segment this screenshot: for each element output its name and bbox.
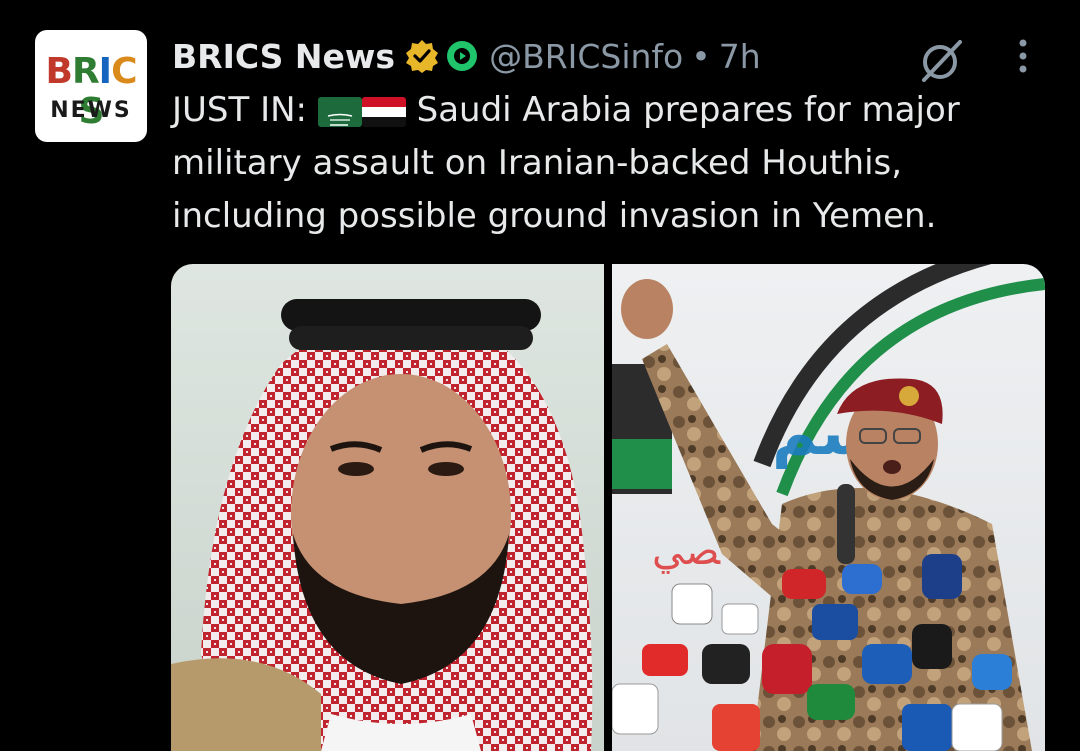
timestamp[interactable]: 7h — [719, 37, 761, 76]
tweet-header: BRICS News @BRICSinfo • 7h — [172, 34, 761, 78]
verified-badge-icon — [405, 39, 439, 73]
yemen-flag-icon — [361, 96, 406, 127]
user-handle[interactable]: @BRICSinfo — [489, 37, 683, 76]
media-image-left[interactable] — [171, 264, 604, 751]
tweet-media[interactable]: ﺣﺴﻢ ﺼﻲ — [171, 264, 1045, 751]
avatar-logo-news: NEWS — [50, 98, 132, 123]
avatar[interactable]: BRICS NEWS — [35, 30, 147, 142]
svg-text:ﺼﻲ: ﺼﻲ — [652, 528, 721, 574]
display-name[interactable]: BRICS News — [172, 37, 395, 76]
more-options-icon[interactable] — [1006, 36, 1040, 80]
affiliate-badge-icon[interactable] — [445, 39, 479, 73]
tweet-card[interactable]: BRICS NEWS BRICS News @BRICSinfo • 7h JU… — [0, 0, 1080, 751]
tweet-text: JUST IN: Saudi Arabia prepares for major… — [172, 84, 1052, 243]
saudi-arabia-flag-icon — [317, 96, 362, 127]
grok-icon[interactable] — [916, 36, 966, 86]
media-image-right[interactable]: ﺣﺴﻢ ﺼﻲ — [612, 264, 1045, 751]
tweet-prefix: JUST IN: — [172, 90, 307, 130]
separator-dot: • — [691, 36, 711, 76]
